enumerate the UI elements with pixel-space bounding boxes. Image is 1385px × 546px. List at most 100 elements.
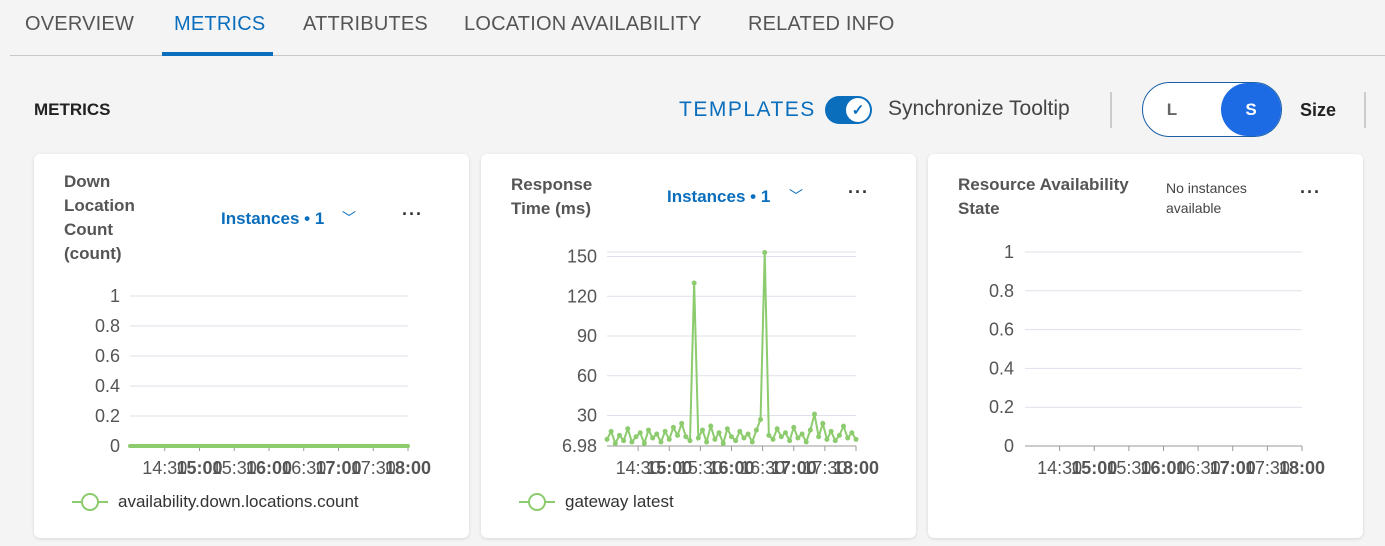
data-point (791, 424, 797, 430)
metric-card-response-time: Response Time (ms) Instances • 1 ﹀ ··· 6… (481, 154, 916, 538)
legend-label: availability.down.locations.count (118, 492, 359, 511)
data-point (733, 438, 739, 444)
check-icon: ✓ (846, 98, 870, 122)
data-point (737, 428, 743, 434)
legend-marker-icon (519, 492, 555, 512)
y-tick-label: 90 (577, 326, 597, 346)
data-point (795, 435, 801, 441)
data-point (836, 432, 842, 438)
data-point (753, 427, 759, 433)
data-point (612, 440, 618, 446)
chart-legend[interactable]: gateway latest (519, 492, 674, 512)
legend-label: gateway latest (565, 492, 674, 511)
x-tick-label: 18:00 (385, 458, 431, 478)
data-point (654, 431, 660, 437)
data-point (841, 423, 847, 429)
y-tick-label: 0.6 (95, 346, 120, 366)
data-point (637, 430, 643, 436)
data-point (608, 428, 614, 434)
data-point (708, 423, 714, 429)
data-point (812, 411, 817, 417)
data-point (807, 427, 813, 433)
tab-overview[interactable]: OVERVIEW (25, 13, 134, 36)
data-point (683, 434, 689, 440)
data-point (629, 439, 635, 445)
y-tick-label: 60 (577, 366, 597, 386)
y-tick-label: 0.2 (989, 397, 1014, 417)
y-tick-label: 0 (110, 436, 120, 456)
data-point (816, 434, 822, 440)
data-point (633, 434, 639, 440)
y-tick-label: 1 (110, 286, 120, 306)
metric-card-down-location-count: Down Location Count (count) Instances • … (34, 154, 469, 538)
data-point (679, 420, 685, 426)
data-point (824, 436, 830, 442)
data-point (616, 432, 622, 438)
data-point (704, 439, 710, 445)
y-tick-label: 0.6 (989, 320, 1014, 340)
data-point (782, 430, 788, 436)
data-point (699, 427, 705, 433)
data-point (658, 439, 664, 445)
size-switch: L S (1142, 82, 1282, 137)
data-point (666, 436, 672, 442)
data-point (695, 435, 701, 441)
chart-plot: 6.9830609012015014:3015:0015:3016:0016:3… (562, 247, 879, 478)
data-point (625, 426, 631, 432)
data-point (849, 430, 855, 436)
templates-button[interactable]: TEMPLATES (679, 98, 816, 122)
data-point (691, 280, 697, 286)
data-point (670, 424, 676, 430)
data-point (741, 435, 747, 441)
synchronize-tooltip-toggle[interactable]: ✓ (825, 96, 872, 124)
chart-plot: 00.20.40.60.8114:3015:0015:3016:0016:301… (989, 242, 1325, 478)
x-tick-label: 18:00 (1279, 458, 1325, 478)
data-point (845, 435, 851, 441)
divider (1364, 92, 1366, 128)
y-tick-label: 120 (567, 286, 597, 306)
data-point (758, 416, 764, 422)
y-tick-label: 0.4 (989, 358, 1014, 378)
data-point (650, 435, 656, 441)
tab-attributes[interactable]: ATTRIBUTES (303, 13, 428, 36)
data-point (770, 436, 776, 442)
data-point (778, 434, 784, 440)
data-point (662, 428, 668, 434)
divider (1110, 92, 1112, 128)
data-point (820, 420, 826, 426)
chart-plot: 00.20.40.60.8114:3015:0015:3016:0016:301… (95, 286, 431, 478)
data-point (749, 439, 755, 445)
data-point (621, 438, 627, 444)
section-title: METRICS (34, 100, 111, 119)
data-point (687, 438, 693, 444)
tab-bar: OVERVIEW METRICS ATTRIBUTES LOCATION AVA… (10, 0, 1385, 56)
data-point (675, 432, 681, 438)
y-tick-label: 30 (577, 405, 597, 425)
y-tick-label: 0.8 (989, 281, 1014, 301)
data-point (745, 431, 751, 437)
data-point (720, 440, 726, 446)
y-tick-label: 6.98 (562, 436, 597, 456)
data-point (712, 436, 718, 442)
active-tab-indicator (162, 52, 273, 56)
data-point (828, 428, 834, 434)
y-tick-label: 0.2 (95, 406, 120, 426)
size-s-option[interactable]: S (1221, 83, 1281, 136)
tab-related-info[interactable]: RELATED INFO (748, 13, 895, 36)
series-line (606, 252, 857, 447)
y-tick-label: 0.4 (95, 376, 120, 396)
data-point (729, 434, 734, 440)
y-tick-label: 0 (1004, 436, 1014, 456)
tab-location-availability[interactable]: LOCATION AVAILABILITY (464, 13, 702, 36)
data-point (641, 440, 647, 446)
chart-legend[interactable]: availability.down.locations.count (72, 492, 359, 512)
size-l-option[interactable]: L (1143, 83, 1201, 136)
x-tick-label: 18:00 (833, 458, 879, 478)
y-tick-label: 0.8 (95, 316, 120, 336)
tab-metrics[interactable]: METRICS (174, 13, 265, 36)
data-point (803, 439, 809, 445)
data-point (787, 438, 793, 444)
legend-marker-icon (72, 492, 108, 512)
data-point (766, 432, 772, 438)
synchronize-tooltip-label: Synchronize Tooltip (888, 97, 1070, 120)
